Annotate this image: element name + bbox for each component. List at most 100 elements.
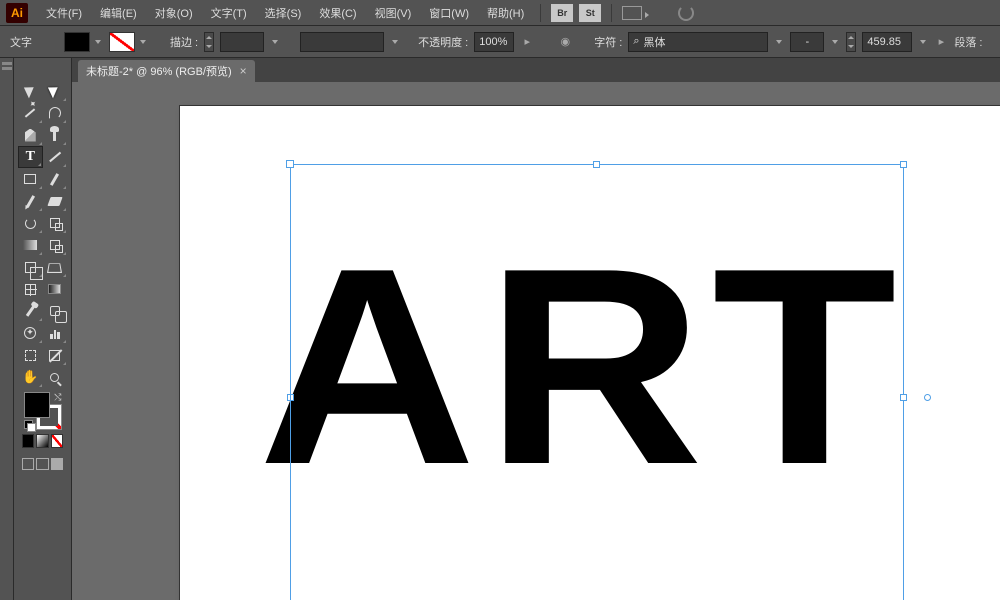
- eyedropper-tool[interactable]: [18, 300, 43, 322]
- swap-fill-stroke-icon[interactable]: ⤭: [54, 392, 61, 403]
- slice-tool[interactable]: [43, 344, 68, 366]
- left-dock[interactable]: [0, 58, 14, 600]
- text-in-port-icon[interactable]: [286, 160, 294, 168]
- menu-file[interactable]: 文件(F): [38, 2, 90, 24]
- brush-definition-field[interactable]: [300, 32, 384, 52]
- rectangle-tool[interactable]: [18, 168, 43, 190]
- draw-normal-mode[interactable]: [22, 458, 34, 470]
- resize-handle-icon[interactable]: [593, 161, 600, 168]
- opacity-field[interactable]: 100%: [474, 32, 514, 52]
- text-baseline-indicator: [290, 164, 291, 550]
- dock-drag-handle-icon[interactable]: [2, 67, 12, 70]
- rotate-tool[interactable]: [18, 212, 43, 234]
- stroke-dropdown-icon[interactable]: [138, 32, 148, 52]
- dock-drag-handle-icon[interactable]: [2, 62, 12, 65]
- stroke-swatch[interactable]: [109, 32, 135, 52]
- pen-tool[interactable]: [18, 124, 43, 146]
- recolor-artwork-icon[interactable]: ◉: [556, 33, 574, 51]
- draw-behind-mode[interactable]: [36, 458, 48, 470]
- workspace: T: [0, 58, 1000, 600]
- stroke-weight-stepper[interactable]: [204, 32, 214, 52]
- free-transform-icon: [50, 240, 60, 250]
- stroke-weight-field[interactable]: [220, 32, 264, 52]
- document-tab[interactable]: 未标题-2* @ 96% (RGB/预览) ×: [78, 60, 255, 82]
- shape-builder-tool[interactable]: [18, 256, 43, 278]
- free-transform-tool[interactable]: [43, 234, 68, 256]
- eraser-icon: [47, 197, 62, 206]
- text-out-port-icon[interactable]: [924, 394, 931, 401]
- brush-dropdown-icon[interactable]: [390, 32, 400, 52]
- width-tool[interactable]: [18, 234, 43, 256]
- menu-view[interactable]: 视图(V): [367, 2, 420, 24]
- character-panel-more-icon[interactable]: ▸: [934, 32, 948, 52]
- font-size-stepper[interactable]: [846, 32, 856, 52]
- curvature-icon: [53, 130, 56, 141]
- font-size-field[interactable]: 459.85: [862, 32, 912, 52]
- font-style-dropdown-icon[interactable]: [830, 32, 840, 52]
- fill-dropdown-icon[interactable]: [93, 32, 103, 52]
- zoom-tool[interactable]: [43, 366, 68, 388]
- canvas-viewport[interactable]: ART: [72, 82, 1000, 600]
- line-segment-tool[interactable]: [43, 146, 67, 168]
- menu-select[interactable]: 选择(S): [257, 2, 310, 24]
- type-tool[interactable]: T: [18, 146, 43, 168]
- stroke-swatch-group[interactable]: [109, 32, 148, 52]
- draw-inside-mode[interactable]: [51, 458, 63, 470]
- close-tab-icon[interactable]: ×: [240, 64, 247, 78]
- opacity-more-icon[interactable]: ▸: [520, 32, 534, 52]
- magic-wand-tool[interactable]: [18, 102, 43, 124]
- type-icon: T: [26, 149, 35, 165]
- menu-type[interactable]: 文字(T): [203, 2, 255, 24]
- column-graph-tool[interactable]: [43, 322, 68, 344]
- fill-color-swatch[interactable]: [24, 392, 50, 418]
- fill-swatch-group[interactable]: [64, 32, 103, 52]
- pencil-tool[interactable]: [18, 190, 43, 212]
- color-mode-gradient[interactable]: [36, 434, 48, 448]
- artboard-tool[interactable]: [18, 344, 43, 366]
- mesh-tool[interactable]: [18, 278, 43, 300]
- hand-icon: ✋: [22, 369, 38, 385]
- app-logo-icon: Ai: [6, 3, 28, 23]
- bridge-launch-icon[interactable]: Br: [551, 4, 573, 22]
- default-fill-stroke-icon[interactable]: [24, 420, 34, 430]
- divider: [540, 4, 541, 22]
- menu-effect[interactable]: 效果(C): [311, 2, 364, 24]
- resize-handle-icon[interactable]: [900, 394, 907, 401]
- menu-edit[interactable]: 编辑(E): [92, 2, 145, 24]
- eraser-tool[interactable]: [43, 190, 68, 212]
- paintbrush-tool[interactable]: [43, 168, 68, 190]
- arrange-documents-icon[interactable]: [622, 6, 642, 20]
- hand-tool[interactable]: ✋: [18, 366, 43, 388]
- menu-object[interactable]: 对象(O): [147, 2, 201, 24]
- font-search-icon[interactable]: ⌕: [633, 35, 639, 48]
- font-style-field[interactable]: -: [790, 32, 824, 52]
- menu-help[interactable]: 帮助(H): [479, 2, 532, 24]
- color-mode-none[interactable]: [51, 434, 63, 448]
- font-size-dropdown-icon[interactable]: [918, 32, 928, 52]
- font-family-dropdown-icon[interactable]: [774, 32, 784, 52]
- direct-selection-icon: [48, 84, 61, 99]
- scale-tool[interactable]: [43, 212, 68, 234]
- lasso-tool[interactable]: [43, 102, 68, 124]
- symbol-sprayer-tool[interactable]: [18, 322, 43, 344]
- curvature-tool[interactable]: [43, 124, 68, 146]
- document-area: 未标题-2* @ 96% (RGB/预览) × ART: [72, 58, 1000, 600]
- stock-launch-icon[interactable]: St: [579, 4, 601, 22]
- gradient-icon: [48, 284, 61, 294]
- fill-stroke-control[interactable]: ⤭: [24, 392, 62, 430]
- font-family-field[interactable]: ⌕ 黑体: [628, 32, 768, 52]
- sync-settings-icon[interactable]: [678, 5, 694, 21]
- lasso-icon: [49, 107, 61, 119]
- menu-window[interactable]: 窗口(W): [421, 2, 477, 24]
- gradient-tool[interactable]: [43, 278, 68, 300]
- blend-tool[interactable]: [43, 300, 68, 322]
- selection-bounding-box[interactable]: [290, 164, 904, 600]
- perspective-grid-tool[interactable]: [43, 256, 68, 278]
- resize-handle-icon[interactable]: [900, 161, 907, 168]
- line-icon: [49, 152, 61, 162]
- fill-swatch[interactable]: [64, 32, 90, 52]
- color-mode-solid[interactable]: [22, 434, 34, 448]
- stroke-weight-dropdown-icon[interactable]: [270, 32, 280, 52]
- document-tab-title: 未标题-2* @ 96% (RGB/预览): [86, 63, 232, 79]
- direct-selection-tool[interactable]: [43, 80, 68, 102]
